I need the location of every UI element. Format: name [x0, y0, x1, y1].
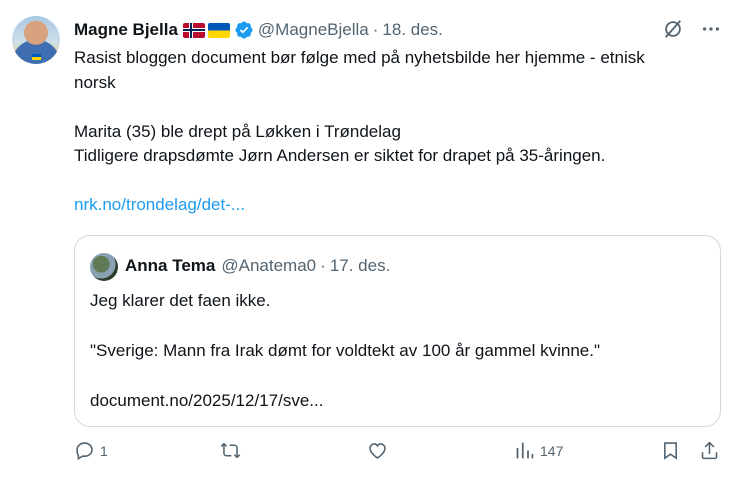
tweet-header: Magne Bjella @MagneBjella · 18. des. — [74, 19, 443, 41]
reply-count: 1 — [100, 442, 108, 459]
separator-dot: · — [372, 20, 379, 39]
quote-date: 17. des. — [329, 256, 391, 275]
quote-author-name: Anna Tema — [125, 256, 216, 275]
post-line-1: Rasist bloggen document bør følge med på… — [74, 48, 645, 92]
grok-icon[interactable] — [662, 18, 684, 40]
quoted-tweet[interactable]: Anna Tema @Anatema0 · 17. des. Jeg klare… — [74, 235, 721, 427]
ukraine-badge-icon — [32, 54, 41, 60]
tweet[interactable]: Magne Bjella @MagneBjella · 18. des. Ras… — [0, 0, 742, 481]
post-line-3: Tidligere drapsdømte Jørn Andersen er si… — [74, 146, 606, 165]
quote-line-1: Jeg klarer det faen ikke. — [90, 291, 271, 310]
heart-icon — [369, 443, 386, 459]
top-icons — [662, 18, 722, 40]
quote-text: Jeg klarer det faen ikke. "Sverige: Mann… — [90, 288, 710, 413]
repost-button[interactable] — [220, 440, 246, 461]
post-link[interactable]: nrk.no/trondelag/det-... — [74, 195, 245, 214]
quote-author-handle: @Anatema0 — [221, 256, 317, 275]
quote-line-2: "Sverige: Mann fra Irak dømt for voldtek… — [90, 341, 600, 360]
quote-author-avatar — [90, 253, 118, 281]
norway-flag-icon — [182, 22, 205, 38]
quote-header: Anna Tema @Anatema0 · 17. des. — [125, 256, 390, 276]
action-bar: 1 147 — [74, 440, 724, 468]
views-button[interactable]: 147 — [514, 440, 563, 461]
post-line-2: Marita (35) ble drept på Løkken i Trønde… — [74, 121, 401, 141]
author-name[interactable]: Magne Bjella — [74, 20, 178, 40]
views-icon — [516, 442, 534, 459]
share-icon — [701, 441, 718, 460]
author-avatar[interactable] — [12, 16, 60, 64]
quote-link: document.no/2025/12/17/sve... — [90, 391, 324, 410]
more-options-icon[interactable] — [700, 18, 722, 40]
author-handle[interactable]: @MagneBjella — [258, 20, 369, 40]
bookmark-button[interactable] — [660, 440, 681, 461]
share-button[interactable] — [699, 440, 720, 461]
post-date[interactable]: 18. des. — [382, 20, 443, 40]
bookmark-icon — [664, 442, 677, 460]
like-button[interactable] — [367, 440, 393, 461]
quote-separator-dot: · — [320, 256, 326, 275]
verified-badge-icon — [235, 21, 253, 39]
view-count: 147 — [540, 442, 564, 459]
ukraine-flag-icon — [207, 22, 230, 38]
post-text: Rasist bloggen document bør følge med på… — [74, 46, 714, 218]
reply-button[interactable]: 1 — [74, 440, 108, 461]
reply-icon — [76, 442, 93, 461]
repost-icon — [220, 442, 241, 459]
